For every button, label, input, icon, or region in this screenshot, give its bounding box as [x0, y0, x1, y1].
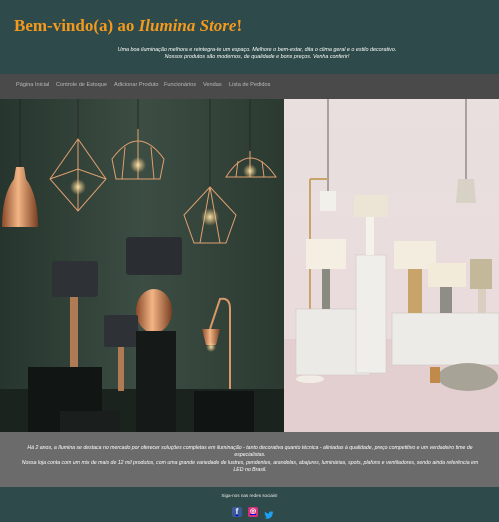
nav-item-add-product[interactable]: Adicionar Produto [114, 82, 158, 88]
title-suffix: ! [236, 16, 243, 35]
tagline-line-1: Uma boa iluminação melhora e reintegra-t… [117, 47, 397, 53]
twitter-bird [264, 511, 274, 519]
nav-item-orders[interactable]: Lista de Pedidos [229, 82, 270, 88]
site-footer: Siga-nos nas redes sociais! f ◎ [0, 487, 499, 522]
about-text-2: Nossa loja conta com um mix de mais de 1… [21, 460, 479, 473]
nav-item-home[interactable]: Página Inicial [16, 82, 49, 88]
about-section: Há 2 anos, a Ilumina se destaca no merca… [0, 432, 499, 487]
facebook-icon[interactable]: f [232, 507, 242, 517]
facebook-glyph: f [235, 507, 239, 516]
lamps-photo [0, 99, 499, 432]
nav-item-employees[interactable]: Funcionários [164, 82, 196, 88]
title-prefix: Bem-vindo(a) ao [14, 16, 139, 35]
site-header: Bem-vindo(a) ao Ilumina Store! Uma boa i… [0, 0, 499, 74]
instagram-icon[interactable]: ◎ [248, 507, 258, 517]
main-nav: Página Inicial Controle de Estoque Adici… [0, 74, 499, 99]
hero-image [0, 99, 499, 432]
tagline: Uma boa iluminação melhora e reintegra-t… [92, 47, 422, 61]
page-title: Bem-vindo(a) ao Ilumina Store! [14, 16, 242, 36]
about-text-1: Há 2 anos, a Ilumina se destaca no merca… [27, 445, 473, 458]
nav-item-stock-control[interactable]: Controle de Estoque [56, 82, 107, 88]
brand-name: Ilumina Store [138, 16, 237, 35]
instagram-glyph: ◎ [249, 508, 257, 515]
nav-item-sales[interactable]: Vendas [203, 82, 222, 88]
twitter-icon[interactable] [264, 507, 274, 519]
follow-us-text: Siga-nos nas redes sociais! [221, 493, 278, 498]
tagline-line-2: Nossos produtos são modernos, de qualida… [164, 54, 350, 60]
